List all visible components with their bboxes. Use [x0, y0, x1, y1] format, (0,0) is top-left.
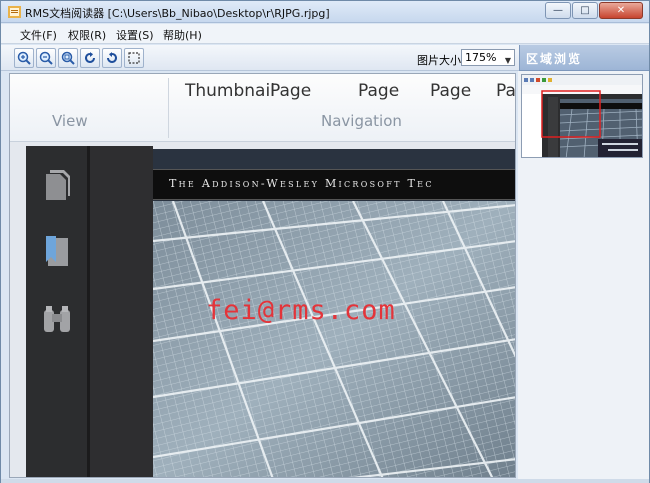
zoom-select[interactable]: 175% ▼ — [461, 49, 515, 66]
zoom-in-icon — [17, 51, 31, 65]
chevron-down-icon: ▼ — [504, 56, 511, 65]
ribbon-group-navigation: Navigation — [321, 112, 402, 130]
ribbon-separator — [168, 78, 169, 138]
ribbon-group-view: View — [52, 112, 88, 130]
zoom-value: 175% — [465, 51, 497, 64]
document-viewer[interactable]: Thumbnail Page Page Page Pa View Navigat… — [9, 73, 516, 478]
maximize-button[interactable]: □ — [572, 2, 598, 19]
fit-window-button[interactable] — [124, 48, 144, 68]
rotate-right-button[interactable] — [102, 48, 122, 68]
ribbon-page-4: Pa — [496, 81, 516, 101]
pages-icon — [46, 170, 70, 200]
zoom-label: 图片大小 — [417, 54, 461, 67]
rotate-right-icon — [107, 52, 117, 63]
book-banner-text: The Addison-Wesley Microsoft Tec — [169, 177, 434, 190]
menu-settings[interactable]: 设置(S) — [116, 27, 154, 43]
ribbon-page-3: Page — [430, 81, 472, 101]
app-icon — [8, 6, 21, 18]
binoculars-icon — [44, 306, 70, 332]
window-bottom-border — [1, 479, 649, 483]
app-window: RMS文档阅读器 [C:\Users\Bb_Nibao\Desktop\r\RJ… — [0, 0, 650, 483]
zoom-out-button[interactable] — [36, 48, 56, 68]
minimize-button[interactable]: — — [545, 2, 571, 19]
close-icon: ✕ — [616, 5, 626, 16]
book-banner: The Addison-Wesley Microsoft Tec — [153, 169, 515, 200]
menu-permissions[interactable]: 权限(R) — [68, 27, 106, 43]
window-title: RMS文档阅读器 [C:\Users\Bb_Nibao\Desktop\r\RJ… — [25, 7, 330, 20]
document-margin — [90, 146, 153, 477]
document-ribbon: Thumbnail Page Page Page Pa View Navigat… — [10, 74, 516, 142]
document-side-panel — [26, 146, 90, 477]
bookmark-icon — [46, 236, 68, 266]
rotate-left-icon — [85, 52, 95, 63]
actual-size-icon — [61, 51, 75, 65]
actual-size-button[interactable] — [58, 48, 78, 68]
menu-bar: 文件(F) 权限(R) 设置(S) 帮助(H) — [1, 24, 649, 44]
region-thumbnail-image — [522, 75, 642, 157]
region-browse-title: 区域浏览 — [519, 45, 649, 71]
menu-help[interactable]: 帮助(H) — [163, 27, 202, 43]
menu-file[interactable]: 文件(F) — [20, 27, 57, 43]
zoom-out-icon — [39, 51, 53, 65]
title-bar[interactable]: RMS文档阅读器 [C:\Users\Bb_Nibao\Desktop\r\RJ… — [1, 1, 649, 23]
ribbon-page-1: Page — [270, 81, 312, 101]
ribbon-page-2: Page — [358, 81, 400, 101]
solar-panel-image — [153, 201, 515, 477]
region-thumbnail[interactable] — [521, 74, 643, 158]
rotate-left-button[interactable] — [80, 48, 100, 68]
fit-window-icon — [128, 52, 140, 64]
minimize-icon: — — [553, 5, 563, 16]
close-button[interactable]: ✕ — [599, 2, 643, 19]
maximize-icon: □ — [580, 5, 590, 16]
ribbon-thumbnail: Thumbnail — [185, 81, 275, 101]
zoom-in-button[interactable] — [14, 48, 34, 68]
watermark-text: fei@rms.com — [206, 295, 396, 326]
window-controls: — □ ✕ — [544, 2, 643, 19]
